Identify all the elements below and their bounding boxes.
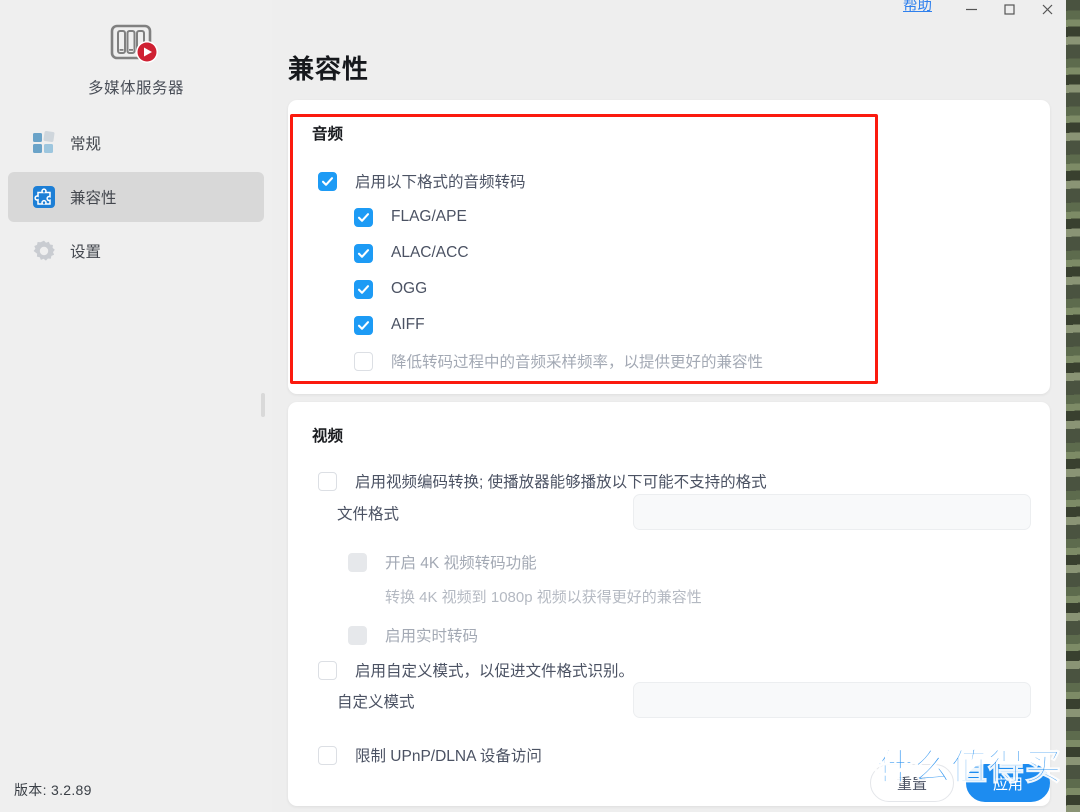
audio-format-label: AIFF	[391, 316, 425, 333]
format-ogg-checkbox[interactable]	[354, 279, 373, 299]
file-format-input[interactable]	[633, 494, 1031, 530]
close-button[interactable]	[1028, 0, 1066, 22]
sidebar-item-label: 兼容性	[70, 190, 117, 207]
enable-custom-mode-label: 启用自定义模式，以促进文件格式识别。	[355, 663, 635, 680]
page-title: 兼容性	[288, 54, 370, 84]
enable-4k-transcode-label: 开启 4K 视频转码功能	[385, 555, 537, 572]
enable-audio-transcode-label: 启用以下格式的音频转码	[355, 174, 526, 191]
sidebar-nav: 常规 兼容性 设置	[0, 118, 272, 280]
app-branding: 多媒体服务器	[0, 22, 272, 98]
sidebar-item-settings[interactable]: 设置	[8, 226, 264, 276]
format-alac-acc-checkbox[interactable]	[354, 243, 373, 263]
enable-custom-mode-row[interactable]: 启用自定义模式，以促进文件格式识别。	[318, 657, 634, 683]
audio-format-label: OGG	[391, 280, 428, 297]
general-tiles-icon	[32, 131, 56, 155]
sidebar-item-compatibility[interactable]: 兼容性	[8, 172, 264, 222]
sidebar-item-general[interactable]: 常规	[8, 118, 264, 168]
app-title: 多媒体服务器	[87, 80, 184, 97]
enable-audio-transcode-row[interactable]: 启用以下格式的音频转码	[318, 168, 526, 194]
audio-format-row[interactable]: OGG	[354, 276, 427, 302]
format-aiff-checkbox[interactable]	[354, 315, 373, 335]
sidebar-resize-handle[interactable]	[261, 393, 265, 417]
audio-section-title: 音频	[312, 126, 344, 143]
enable-audio-transcode-checkbox[interactable]	[318, 171, 337, 191]
lower-sample-rate-checkbox[interactable]	[354, 351, 373, 371]
version-label: 版本: 3.2.89	[14, 782, 92, 798]
audio-format-label: FLAG/APE	[391, 208, 467, 225]
lower-sample-rate-label: 降低转码过程中的音频采样频率，以提供更好的兼容性	[391, 354, 764, 371]
reset-button[interactable]: 重置	[869, 764, 954, 802]
file-format-label: 文件格式	[337, 506, 400, 523]
restrict-upnp-checkbox[interactable]	[318, 745, 337, 765]
sidebar-item-label: 设置	[70, 244, 102, 261]
nas-media-server-icon	[109, 22, 163, 68]
video-settings-card: 视频 启用视频编码转换; 使播放器能够播放以下可能不支持的格式 文件格式 开启 …	[288, 402, 1050, 806]
custom-mode-input[interactable]	[633, 682, 1031, 718]
apply-button[interactable]: 应用	[965, 764, 1050, 802]
audio-format-row[interactable]: ALAC/ACC	[354, 240, 469, 266]
enable-4k-hint: 转换 4K 视频到 1080p 视频以获得更好的兼容性	[385, 589, 702, 606]
audio-format-row[interactable]: AIFF	[354, 312, 425, 338]
audio-format-label: ALAC/ACC	[391, 244, 469, 261]
audio-settings-card: 音频 启用以下格式的音频转码 FLAG/APE ALAC/ACC OGG AIF…	[288, 100, 1050, 394]
restrict-upnp-label: 限制 UPnP/DLNA 设备访问	[355, 748, 542, 765]
video-section-title: 视频	[312, 428, 344, 445]
format-flac-ape-checkbox[interactable]	[354, 207, 373, 227]
minimize-button[interactable]	[952, 0, 990, 22]
realtime-transcode-row[interactable]: 启用实时转码	[348, 622, 478, 648]
puzzle-compatibility-icon	[32, 185, 56, 209]
restrict-upnp-row[interactable]: 限制 UPnP/DLNA 设备访问	[318, 742, 542, 768]
app-window: 帮助 多媒体服务器 常规 兼容性 设置 版本: 3.2.89 兼容性 音频 启用…	[0, 0, 1066, 812]
content-area: 兼容性 音频 启用以下格式的音频转码 FLAG/APE ALAC/ACC OGG…	[272, 30, 1066, 812]
gear-settings-icon	[32, 239, 56, 263]
enable-video-transcode-row[interactable]: 启用视频编码转换; 使播放器能够播放以下可能不支持的格式	[318, 468, 767, 494]
maximize-button[interactable]	[990, 0, 1028, 22]
enable-4k-transcode-row[interactable]: 开启 4K 视频转码功能	[348, 549, 537, 575]
realtime-transcode-checkbox[interactable]	[348, 625, 367, 645]
help-link[interactable]: 帮助	[903, 0, 932, 14]
footer-buttons: 重置 应用	[869, 764, 1050, 802]
custom-mode-label: 自定义模式	[337, 694, 415, 711]
enable-video-transcode-checkbox[interactable]	[318, 471, 337, 491]
realtime-transcode-label: 启用实时转码	[385, 628, 479, 645]
lower-sample-rate-row[interactable]: 降低转码过程中的音频采样频率，以提供更好的兼容性	[354, 348, 763, 374]
enable-4k-transcode-checkbox[interactable]	[348, 552, 367, 572]
desktop-background: 帮助 多媒体服务器 常规 兼容性 设置 版本: 3.2.89 兼容性 音频 启用…	[0, 0, 1080, 812]
enable-video-transcode-label: 启用视频编码转换; 使播放器能够播放以下可能不支持的格式	[355, 474, 767, 491]
audio-format-row[interactable]: FLAG/APE	[354, 204, 467, 230]
sidebar: 多媒体服务器 常规 兼容性 设置 版本: 3.2.89	[0, 0, 272, 812]
enable-custom-mode-checkbox[interactable]	[318, 660, 337, 680]
sidebar-item-label: 常规	[70, 136, 102, 153]
